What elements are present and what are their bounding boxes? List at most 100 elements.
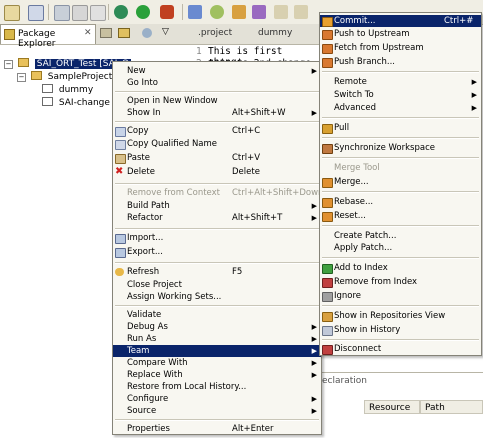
menu-item-assign-working-sets[interactable]: Assign Working Sets... [113, 291, 321, 303]
menu-item-refactor[interactable]: Refactor Alt+Shift+T ▶ [113, 212, 321, 224]
menu-item-export[interactable]: Export... [113, 246, 321, 258]
view-menu-icon[interactable] [142, 28, 152, 38]
menu-item-compare-with[interactable]: Compare With ▶ [113, 357, 321, 369]
push-icon [322, 30, 333, 40]
tree-row-file[interactable]: SAI-change [42, 97, 110, 110]
link-with-editor-icon[interactable] [118, 28, 130, 38]
open-type-icon[interactable] [188, 5, 202, 19]
menu-item-remove-from-index[interactable]: Remove from Index [320, 276, 481, 288]
menu-item-source[interactable]: Source ▶ [113, 405, 321, 417]
delete-icon: ✖ [115, 166, 124, 177]
tree-row-file[interactable]: dummy [42, 84, 93, 97]
new-icon[interactable] [4, 5, 20, 21]
menu-item-reset[interactable]: Reset... [320, 210, 481, 222]
menu-separator [322, 71, 479, 73]
menu-item-build-path[interactable]: Build Path ▶ [113, 200, 321, 212]
forward-icon[interactable] [294, 5, 308, 19]
pull-icon [322, 124, 333, 134]
team-submenu: Commit... Ctrl+# Push to Upstream Fetch … [319, 12, 482, 356]
menu-item-team[interactable]: Team ▶ [113, 345, 321, 357]
collapse-toggle-icon[interactable]: − [4, 60, 13, 69]
submenu-arrow-icon: ▶ [311, 323, 317, 331]
run-icon[interactable] [136, 5, 150, 19]
menu-item-configure[interactable]: Configure ▶ [113, 393, 321, 405]
menu-separator [115, 91, 319, 93]
menu-item-create-patch[interactable]: Create Patch... [320, 230, 481, 242]
menu-item-rebase[interactable]: Rebase... [320, 196, 481, 208]
menu-item-merge[interactable]: Merge... [320, 176, 481, 188]
menu-item-debug-as[interactable]: Debug As ▶ [113, 321, 321, 333]
tab-package-explorer[interactable]: Package Explorer ✕ [0, 24, 96, 49]
menu-item-pull[interactable]: Pull [320, 122, 481, 134]
menu-item-properties[interactable]: Properties Alt+Enter [113, 423, 321, 435]
menu-item-add-to-index[interactable]: Add to Index [320, 262, 481, 274]
debug-icon[interactable] [114, 5, 128, 19]
external-tools-icon[interactable] [160, 5, 174, 19]
menu-item-fetch-upstream[interactable]: Fetch from Upstream [320, 42, 481, 54]
menu-separator [115, 183, 319, 185]
submenu-arrow-icon: ▶ [471, 104, 477, 112]
menu-item-paste[interactable]: Paste Ctrl+V [113, 152, 321, 164]
menu-item-close-project[interactable]: Close Project [113, 279, 321, 291]
history-icon [322, 326, 333, 336]
annotation-icon[interactable] [252, 5, 266, 19]
file-icon [42, 84, 53, 93]
paste-icon [115, 154, 126, 164]
print-icon[interactable] [90, 5, 106, 21]
menu-item-show-in-repositories[interactable]: Show in Repositories View [320, 310, 481, 322]
menu-item-run-as[interactable]: Run As ▶ [113, 333, 321, 345]
menu-item-new[interactable]: New ▶ [113, 65, 321, 77]
tree-row-project[interactable]: − SampleProject [17, 71, 112, 84]
context-menu: New ▶ Go Into Open in New Window Show In… [112, 61, 323, 435]
menu-item-apply-patch[interactable]: Apply Patch... [320, 242, 481, 254]
tab-project-file[interactable]: .project [198, 28, 232, 38]
menu-item-advanced[interactable]: Advanced ▶ [320, 102, 481, 114]
collapse-all-icon[interactable] [100, 28, 112, 38]
menu-item-copy[interactable]: Copy Ctrl+C [113, 125, 321, 137]
submenu-arrow-icon: ▶ [311, 335, 317, 343]
menu-item-push-branch[interactable]: Push Branch... [320, 56, 481, 68]
toolbar-separator [182, 4, 183, 20]
menu-item-restore-local-history[interactable]: Restore from Local History... [113, 381, 321, 393]
reset-icon [322, 212, 333, 222]
menu-item-delete[interactable]: ✖ Delete Delete [113, 166, 321, 178]
collapse-toggle-icon[interactable]: − [17, 73, 26, 82]
menu-separator [322, 117, 479, 119]
menu-item-refresh[interactable]: Refresh F5 [113, 266, 321, 278]
back-icon[interactable] [274, 5, 288, 19]
commit-icon [322, 17, 333, 27]
submenu-arrow-icon: ▶ [311, 109, 317, 117]
menu-item-go-into[interactable]: Go Into [113, 77, 321, 89]
menu-item-synchronize-workspace[interactable]: Synchronize Workspace [320, 142, 481, 154]
menu-item-show-in-history[interactable]: Show in History [320, 324, 481, 336]
line-number: 1 [196, 46, 202, 57]
save-all-icon[interactable] [72, 5, 88, 21]
menu-item-disconnect[interactable]: Disconnect [320, 343, 481, 355]
menu-item-ignore[interactable]: Ignore [320, 290, 481, 302]
tab-dummy-file[interactable]: dummy [258, 28, 292, 38]
menu-item-remote[interactable]: Remote ▶ [320, 76, 481, 88]
submenu-arrow-icon: ▶ [311, 67, 317, 75]
menu-item-import[interactable]: Import... [113, 232, 321, 244]
declaration-tab-label[interactable]: eclaration [322, 376, 367, 386]
menu-item-replace-with[interactable]: Replace With ▶ [113, 369, 321, 381]
search-icon[interactable] [210, 5, 224, 19]
menu-separator [115, 121, 319, 123]
menu-item-commit[interactable]: Commit... Ctrl+# [320, 15, 481, 27]
menu-item-validate[interactable]: Validate [113, 309, 321, 321]
menu-item-switch-to[interactable]: Switch To ▶ [320, 89, 481, 101]
close-icon[interactable]: ✕ [84, 28, 92, 38]
column-header-path[interactable]: Path [420, 400, 483, 414]
new-wizard-icon[interactable] [28, 5, 44, 21]
menu-item-open-new-window[interactable]: Open in New Window [113, 95, 321, 107]
menu-item-merge-tool: Merge Tool [334, 163, 380, 173]
copy-qualified-icon [115, 140, 126, 150]
save-icon[interactable] [54, 5, 70, 21]
column-header-resource[interactable]: Resource [364, 400, 420, 414]
menu-item-show-in[interactable]: Show In Alt+Shift+W ▶ [113, 107, 321, 119]
package-explorer-icon [4, 29, 15, 40]
open-task-icon[interactable] [232, 5, 246, 19]
menu-item-push-upstream[interactable]: Push to Upstream [320, 28, 481, 40]
menu-item-copy-qualified-name[interactable]: Copy Qualified Name [113, 138, 321, 150]
chevron-down-icon[interactable]: ▽ [162, 27, 169, 37]
